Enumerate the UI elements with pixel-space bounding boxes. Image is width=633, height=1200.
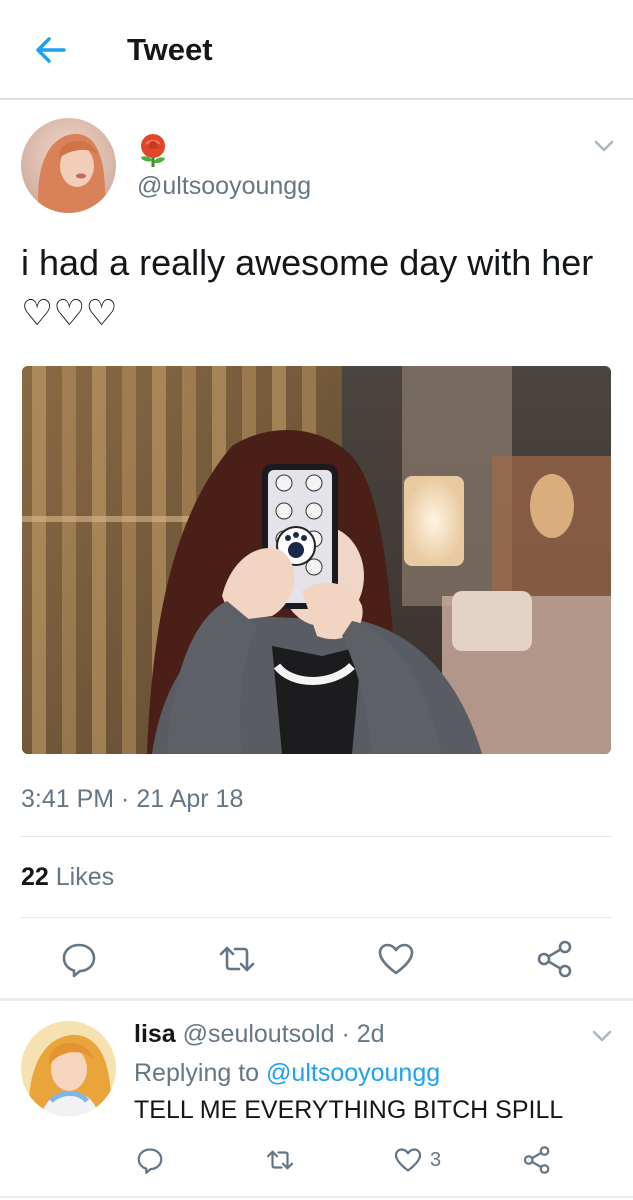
share-icon[interactable]	[535, 939, 575, 979]
reply-like-count: 3	[430, 1149, 442, 1171]
top-bar: Tweet	[0, 0, 633, 100]
chevron-down-icon[interactable]	[590, 132, 618, 160]
reply-header: lisa @seuloutsold · 2d	[134, 1017, 385, 1051]
arrow-left-icon[interactable]	[30, 30, 70, 70]
reply-avatar[interactable]	[21, 1021, 116, 1116]
section-separator	[0, 998, 633, 1001]
tweet-text: i had a really awesome day with her ♡♡♡	[21, 242, 594, 333]
divider	[0, 1196, 633, 1198]
author-handle[interactable]: @ultsooyoungg	[137, 170, 311, 202]
divider	[21, 917, 612, 918]
reply-handle-time[interactable]: @seuloutsold · 2d	[183, 1020, 385, 1048]
share-icon[interactable]	[522, 1145, 552, 1175]
like-icon[interactable]	[376, 939, 416, 979]
chevron-down-icon[interactable]	[588, 1022, 616, 1050]
likes-count: 22	[21, 863, 49, 891]
reply-text: TELL ME EVERYTHING BITCH SPILL	[134, 1096, 564, 1124]
retweet-icon[interactable]	[217, 939, 257, 979]
retweet-icon[interactable]	[265, 1145, 295, 1175]
reply-icon[interactable]	[135, 1145, 165, 1175]
reply-icon[interactable]	[59, 939, 99, 979]
page-title: Tweet	[127, 32, 213, 67]
likes-label: Likes	[55, 863, 115, 891]
reply-author-name[interactable]: lisa	[134, 1020, 176, 1048]
replying-prefix: Replying to	[134, 1059, 260, 1087]
like-icon[interactable]	[393, 1145, 423, 1175]
tweet-photo[interactable]	[22, 366, 611, 754]
tweet-timestamp: 3:41 PM · 21 Apr 18	[21, 785, 244, 813]
replying-to: Replying to @ultsooyoungg	[134, 1056, 440, 1090]
avatar[interactable]	[21, 118, 116, 213]
replying-to-link[interactable]: @ultsooyoungg	[266, 1059, 440, 1087]
divider	[21, 836, 612, 837]
rose-emoji[interactable]	[135, 133, 171, 167]
likes-stat[interactable]: 22 Likes	[21, 860, 114, 894]
